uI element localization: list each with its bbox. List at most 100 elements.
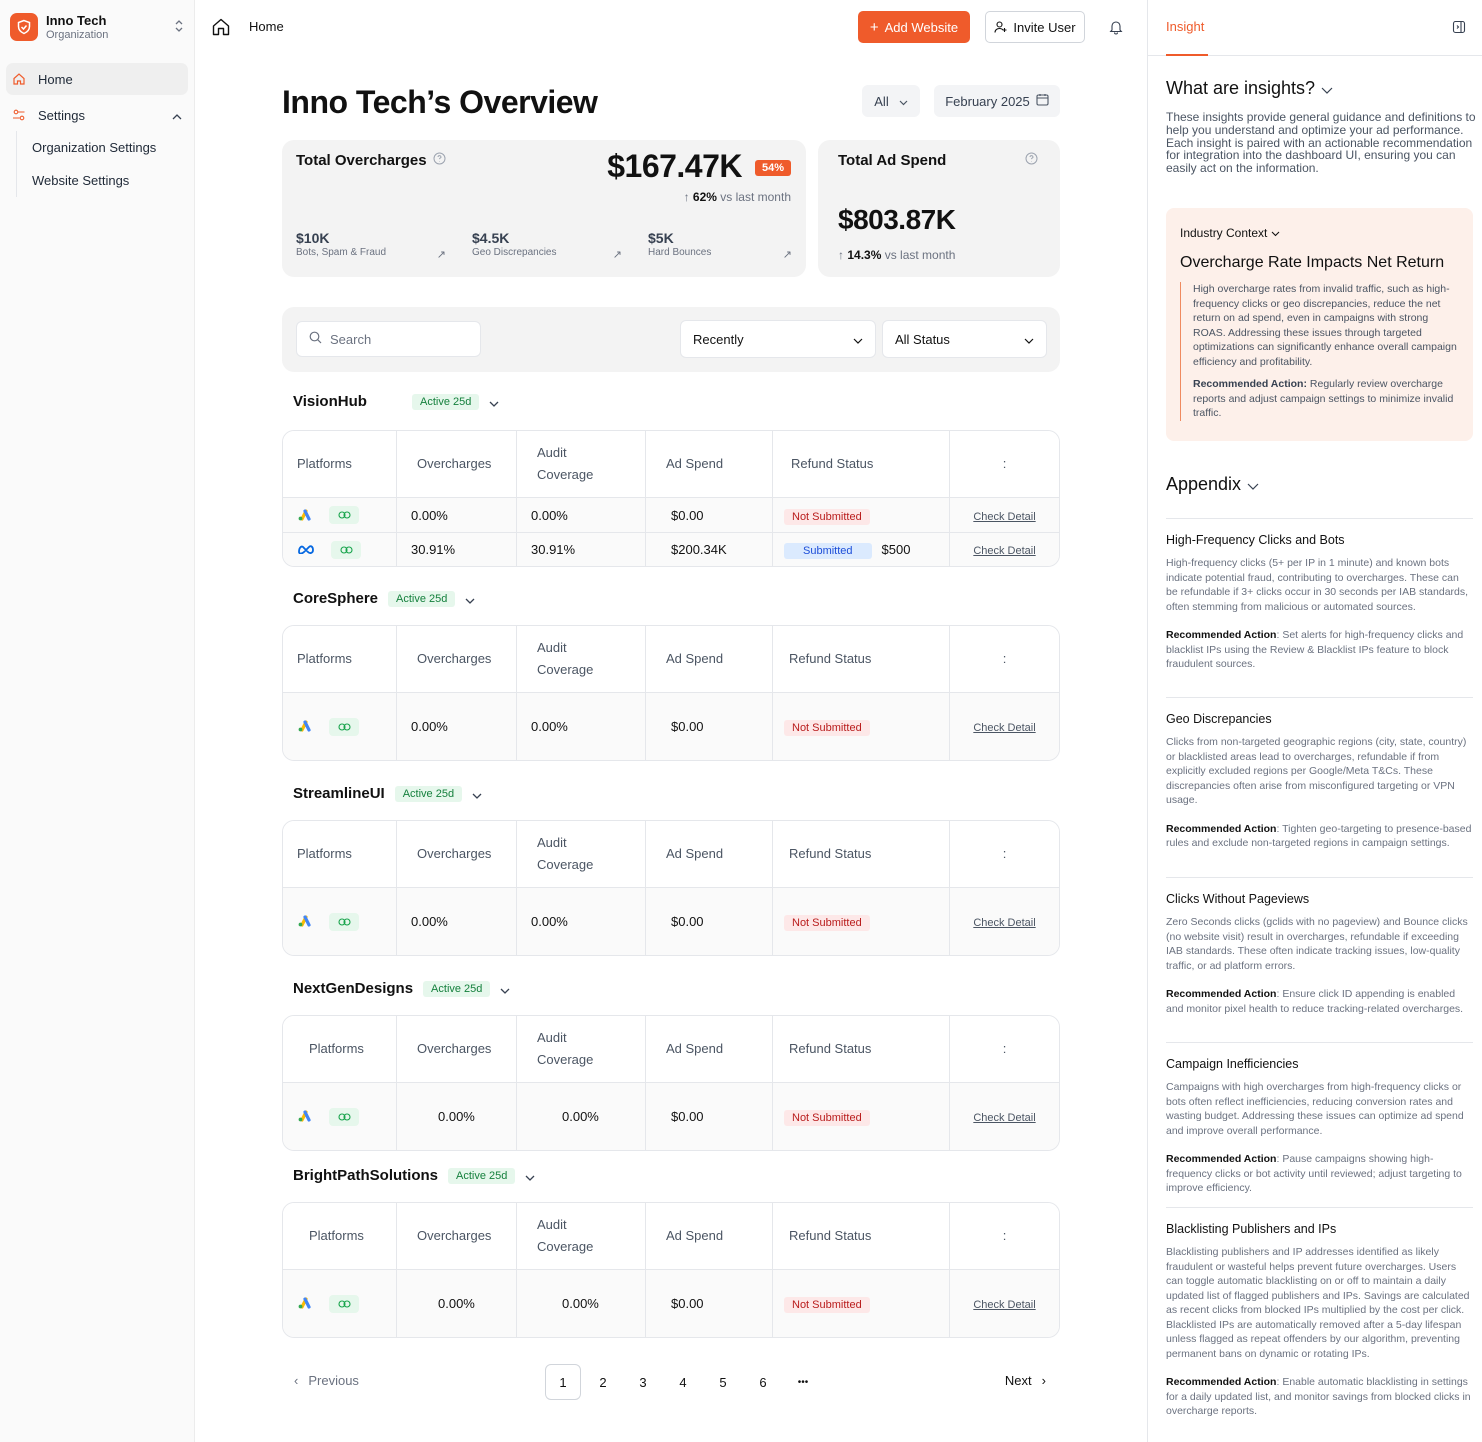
table-row: 0.00% 0.00% $0.00 Not Submitted Check De… [283, 498, 1059, 532]
cell-overcharges: 0.00% [397, 1083, 517, 1150]
overcharges-delta: ↑ 62% vs last month [683, 190, 791, 204]
page-3[interactable]: 3 [625, 1364, 661, 1400]
col-platforms: Platforms [283, 431, 397, 498]
panel-collapse-icon[interactable] [1452, 20, 1466, 37]
context-text: High overcharge rates from invalid traff… [1193, 283, 1457, 368]
chevron-down-icon[interactable] [472, 786, 482, 802]
chevron-down-icon[interactable] [500, 981, 510, 997]
context-body: High overcharge rates from invalid traff… [1180, 282, 1460, 421]
col-refund: Refund Status [773, 1016, 950, 1083]
pagination: ‹ Previous 1 2 3 4 5 6 ••• Next › [282, 1364, 1060, 1400]
link-icon[interactable] [329, 1107, 359, 1126]
site-name: CoreSphere [293, 590, 379, 607]
col-more: : [950, 1203, 1059, 1270]
industry-context-toggle[interactable]: Industry Context [1180, 226, 1280, 240]
check-detail-link[interactable]: Check Detail [973, 1299, 1035, 1311]
appendix-section: High-Frequency Clicks and Bots High-freq… [1166, 518, 1473, 672]
date-label: February 2025 [945, 93, 1030, 109]
link-icon[interactable] [331, 540, 361, 559]
search-icon [309, 331, 322, 347]
google-ads-icon [297, 1108, 313, 1125]
col-adspend: Ad Spend [646, 431, 773, 498]
help-icon[interactable] [1025, 152, 1038, 168]
calendar-icon [1036, 93, 1049, 109]
add-website-button[interactable]: + Add Website [858, 11, 970, 43]
filter-all-dropdown[interactable]: All [862, 85, 920, 117]
org-switcher[interactable]: Inno Tech Organization [0, 0, 194, 54]
section-title: High-Frequency Clicks and Bots [1166, 533, 1345, 547]
topbar: Home + Add Website Invite User [196, 0, 1146, 54]
invite-user-button[interactable]: Invite User [985, 11, 1085, 43]
filter-bar: Search Recently All Status [282, 307, 1060, 372]
chevron-updown-icon[interactable] [174, 19, 184, 36]
site-table: Platforms Overcharges Audit Coverage Ad S… [282, 820, 1060, 956]
insight-panel: Insight What are insights? These insight… [1147, 0, 1482, 1442]
active-tab-indicator [1166, 54, 1208, 56]
chevron-down-icon[interactable] [465, 591, 475, 607]
link-icon[interactable] [329, 717, 359, 736]
site-table: Platforms Overcharges Audit Coverage Ad S… [282, 430, 1060, 567]
cell-adspend: $0.00 [646, 693, 773, 760]
site-name: BrightPathSolutions [293, 1167, 438, 1184]
nav-org-settings[interactable]: Organization Settings [17, 131, 194, 164]
breakdown-bounces[interactable]: $5K Hard Bounces ↗ [648, 230, 792, 261]
page-2[interactable]: 2 [585, 1364, 621, 1400]
home-icon [12, 72, 26, 86]
cell-audit: 0.00% [517, 888, 646, 955]
next-button[interactable]: Next › [1005, 1373, 1046, 1388]
bell-icon[interactable] [1109, 19, 1123, 38]
site-table: Platforms Overcharges Audit Coverage Ad S… [282, 1202, 1060, 1338]
col-platforms: Platforms [283, 1203, 397, 1270]
section-title: Geo Discrepancies [1166, 712, 1272, 726]
table-row: 0.00% 0.00% $0.00 Not Submitted Check De… [283, 693, 1059, 760]
nav-home[interactable]: Home [6, 63, 188, 95]
help-icon[interactable] [433, 152, 446, 169]
link-icon[interactable] [329, 506, 359, 524]
check-detail-link[interactable]: Check Detail [973, 722, 1035, 734]
arrow-up-icon: ↑ [838, 248, 844, 262]
section-body: High-frequency clicks (5+ per IP in 1 mi… [1166, 557, 1469, 613]
sort-select[interactable]: Recently [680, 320, 876, 358]
chevron-down-icon [899, 94, 908, 109]
date-picker[interactable]: February 2025 [934, 85, 1060, 117]
site-header: StreamlineUI Active 25d [293, 785, 482, 802]
cell-adspend: $0.00 [646, 1270, 773, 1337]
appendix-heading[interactable]: Appendix [1166, 474, 1259, 495]
section-recommendation: Recommended Action: Set alerts for high-… [1166, 629, 1464, 670]
nav-website-settings[interactable]: Website Settings [17, 164, 194, 197]
overcharges-title-wrap: Total Overcharges [296, 152, 446, 169]
adspend-delta: ↑ 14.3% vs last month [838, 248, 956, 262]
appendix-section: Clicks Without Pageviews Zero Seconds cl… [1166, 877, 1473, 1016]
page-1[interactable]: 1 [545, 1364, 581, 1400]
chevron-left-icon: ‹ [294, 1373, 299, 1388]
arrow-up-right-icon: ↗ [436, 249, 446, 261]
nav-settings[interactable]: Settings [6, 99, 188, 131]
chevron-down-icon[interactable] [525, 1168, 535, 1184]
previous-label: Previous [308, 1373, 359, 1388]
link-icon[interactable] [329, 1294, 359, 1313]
org-logo [10, 13, 38, 41]
previous-button[interactable]: ‹ Previous [294, 1373, 359, 1388]
cell-audit: 0.00% [517, 693, 646, 760]
site-header: BrightPathSolutions Active 25d [293, 1167, 535, 1184]
check-detail-link[interactable]: Check Detail [973, 511, 1035, 523]
page-6[interactable]: 6 [745, 1364, 781, 1400]
col-audit: Audit Coverage [517, 1016, 646, 1083]
link-icon[interactable] [329, 912, 359, 931]
ellipsis-icon[interactable]: ••• [785, 1364, 821, 1400]
breakdown-bots[interactable]: $10K Bots, Spam & Fraud ↗ [296, 230, 446, 261]
home-icon[interactable] [211, 17, 231, 40]
breakdown-geo[interactable]: $4.5K Geo Discrepancies ↗ [472, 230, 622, 261]
tab-insight[interactable]: Insight [1166, 19, 1204, 34]
insights-heading[interactable]: What are insights? [1166, 78, 1333, 99]
check-detail-link[interactable]: Check Detail [973, 917, 1035, 929]
search-input[interactable]: Search [296, 321, 481, 357]
status-select[interactable]: All Status [882, 320, 1047, 358]
breadcrumb[interactable]: Home [249, 19, 284, 34]
chevron-down-icon[interactable] [489, 394, 499, 410]
section-body: Zero Seconds clicks (gclids with no page… [1166, 916, 1468, 972]
check-detail-link[interactable]: Check Detail [973, 545, 1035, 557]
check-detail-link[interactable]: Check Detail [973, 1112, 1035, 1124]
page-5[interactable]: 5 [705, 1364, 741, 1400]
page-4[interactable]: 4 [665, 1364, 701, 1400]
